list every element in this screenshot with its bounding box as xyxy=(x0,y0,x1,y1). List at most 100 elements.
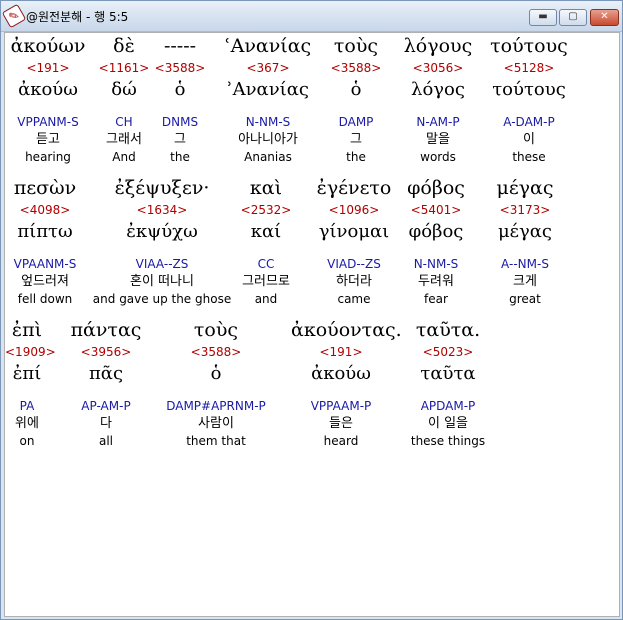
word-english: Ananias xyxy=(244,150,292,164)
word-greek: ʿΑνανίας xyxy=(224,35,312,57)
word-parse: CH xyxy=(115,115,133,129)
word-lemma: πίπτω xyxy=(17,221,73,242)
word-block[interactable]: τούτους <5128> τούτους A-DAM-P 이 these xyxy=(479,33,579,165)
word-lemma: καί xyxy=(250,221,282,242)
word-english: all xyxy=(98,434,114,448)
word-korean: 혼이 떠나니 xyxy=(130,274,194,289)
word-english: the xyxy=(170,150,190,164)
word-block[interactable]: μέγας <3173> μέγας A--NM-S 크게 great xyxy=(480,175,570,307)
word-korean: 말을 xyxy=(426,132,450,147)
word-greek: καὶ xyxy=(249,177,283,199)
word-strong: <3588> xyxy=(330,61,382,75)
word-greek: ἐξέψυξεν· xyxy=(114,177,210,199)
word-block[interactable]: τοὺς <3588> ὁ DAMP#APRNM-P 사람이 them that xyxy=(151,317,281,449)
word-lemma: ὁ xyxy=(174,79,186,100)
word-english: these xyxy=(512,150,546,164)
word-korean: 위에 xyxy=(15,416,39,431)
word-korean: 엎드러져 xyxy=(21,274,69,289)
word-block[interactable]: καὶ <2532> καί CC 그러므로 and xyxy=(230,175,302,307)
word-strong: <1161> xyxy=(98,61,150,75)
word-strong: <2532> xyxy=(240,203,292,217)
word-block[interactable]: ʿΑνανίας <367> ʾΑνανίας N-NM-S 아나니아가 Ananias xyxy=(213,33,323,165)
word-greek: ἐπὶ xyxy=(11,319,43,341)
word-lemma: ʾΑνανίας xyxy=(227,79,309,100)
app-window: ✎ @원전분해 - 행 5:5 ▬ ▢ ✕ ἀκούων <191> ἀκούω VP… xyxy=(0,0,623,620)
word-parse: A--NM-S xyxy=(501,257,549,271)
word-korean: 듣고 xyxy=(36,132,60,147)
word-parse: CC xyxy=(257,257,275,271)
word-english: these things xyxy=(410,434,486,448)
word-greek: τοὺς xyxy=(333,35,379,57)
word-english: and gave up the ghose xyxy=(92,292,232,306)
word-parse: AP-AM-P xyxy=(81,399,131,413)
word-greek: ----- xyxy=(163,35,197,57)
word-block[interactable]: πεσὼν <4098> πίπτω VPAANM-S 엎드러져 fell down xyxy=(5,175,85,307)
word-parse: DAMP#APRNM-P xyxy=(166,399,266,413)
close-button[interactable]: ✕ xyxy=(590,9,619,26)
word-block[interactable]: λόγους <3056> λόγος N-AM-P 말을 words xyxy=(392,33,484,165)
word-greek: ἀκούοντας. xyxy=(291,319,402,341)
word-korean: 그러므로 xyxy=(242,274,290,289)
word-parse: A-DAM-P xyxy=(503,115,555,129)
word-block[interactable]: ἀκούων <191> ἀκούω VPPANM-S 듣고 hearing xyxy=(5,33,91,165)
word-parse: VPPAAM-P xyxy=(310,399,372,413)
word-korean: 그 xyxy=(350,132,362,147)
word-lemma: πᾶς xyxy=(88,363,124,384)
word-strong: <3588> xyxy=(190,345,242,359)
word-greek: δὲ xyxy=(113,35,135,57)
word-korean: 하더라 xyxy=(336,274,372,289)
word-lemma: λόγος xyxy=(411,79,465,100)
word-parse: VPAANM-S xyxy=(13,257,77,271)
word-block[interactable]: ταῦτα. <5023> ταῦτα APDAM-P 이 일을 these things xyxy=(393,317,503,449)
word-block[interactable]: τοὺς <3588> ὁ DAMP 그 the xyxy=(325,33,387,165)
word-strong: <4098> xyxy=(19,203,71,217)
word-parse: N-NM-S xyxy=(413,257,459,271)
word-block[interactable]: δὲ <1161> δώ CH 그래서 And xyxy=(94,33,154,165)
word-korean: 그래서 xyxy=(106,132,142,147)
word-greek: τούτους xyxy=(490,35,568,57)
title-bar[interactable]: ✎ @원전분해 - 행 5:5 ▬ ▢ ✕ xyxy=(1,1,622,32)
word-parse: PA xyxy=(19,399,35,413)
word-block[interactable]: ἀκούοντας. <191> ἀκούω VPPAAM-P 들은 heard xyxy=(291,317,402,449)
word-strong: <191> xyxy=(319,345,363,359)
word-strong: <3588> xyxy=(154,61,206,75)
word-korean: 사람이 xyxy=(198,416,234,431)
word-english: fear xyxy=(424,292,448,306)
window-title: @원전분해 - 행 5:5 xyxy=(26,10,129,24)
interlinear-view[interactable]: ἀκούων <191> ἀκούω VPPANM-S 듣고 hearing δὲ <1161… xyxy=(4,32,620,617)
word-block[interactable]: ἐξέψυξεν· <1634> ἐκψύχω VIAA--ZS 혼이 떠나니 and g… xyxy=(87,175,237,307)
word-greek: ἀκούων xyxy=(10,35,86,57)
word-lemma: ἀκούω xyxy=(18,79,78,100)
word-strong: <367> xyxy=(246,61,290,75)
word-strong: <3173> xyxy=(499,203,551,217)
word-block[interactable]: ἐπὶ <1909> ἐπί PA 위에 on xyxy=(5,317,56,449)
word-english: heard xyxy=(323,434,359,448)
word-strong: <1909> xyxy=(5,345,56,359)
word-block[interactable]: πάντας <3956> πᾶς AP-AM-P 다 all xyxy=(58,317,154,449)
word-english: on xyxy=(19,434,35,448)
minimize-button[interactable]: ▬ xyxy=(529,9,557,26)
word-lemma: τούτους xyxy=(492,79,566,100)
word-parse: DNMS xyxy=(161,115,199,129)
word-korean: 두려워 xyxy=(418,274,454,289)
word-english: fell down xyxy=(17,292,73,306)
word-korean: 들은 xyxy=(329,416,353,431)
word-parse: N-AM-P xyxy=(416,115,460,129)
word-block[interactable]: ἐγένετο <1096> γίνομαι VIAD--ZS 하더라 came xyxy=(308,175,400,307)
word-greek: ταῦτα. xyxy=(415,319,481,341)
word-block[interactable]: φόβος <5401> φόβος N-NM-S 두려워 fear xyxy=(401,175,471,307)
word-english: them that xyxy=(186,434,246,448)
app-logo-icon: ✎ xyxy=(1,3,27,29)
word-lemma: μέγας xyxy=(497,221,553,242)
word-parse: VPPANM-S xyxy=(17,115,79,129)
word-lemma: ὁ xyxy=(350,79,362,100)
word-strong: <5023> xyxy=(422,345,474,359)
word-strong: <3956> xyxy=(80,345,132,359)
word-parse: DAMP xyxy=(338,115,374,129)
maximize-button[interactable]: ▢ xyxy=(559,9,587,26)
word-english: the xyxy=(346,150,366,164)
word-lemma: ταῦτα xyxy=(420,363,476,384)
word-block[interactable]: ----- <3588> ὁ DNMS 그 the xyxy=(152,33,208,165)
word-lemma: γίνομαι xyxy=(318,221,390,242)
word-korean: 크게 xyxy=(513,274,537,289)
